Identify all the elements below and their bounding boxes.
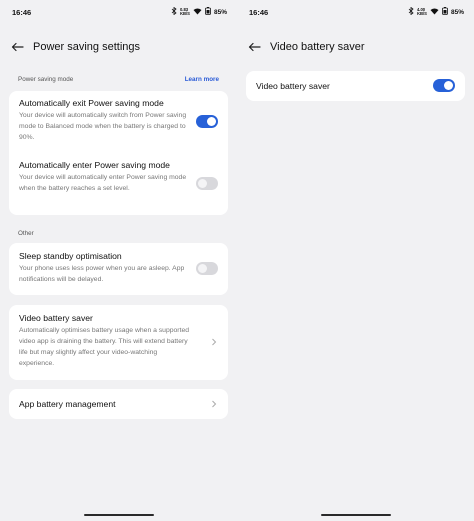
- gesture-bar[interactable]: [320, 513, 391, 516]
- page-title: Video battery saver: [270, 41, 365, 53]
- section-label: Power saving mode: [18, 76, 74, 83]
- status-icons: 4.00 KB/S 85%: [408, 6, 464, 17]
- bluetooth-icon: [171, 6, 177, 17]
- network-speed: 0.83 KB/S: [179, 6, 190, 16]
- learn-more-link[interactable]: Learn more: [185, 76, 219, 83]
- battery-percent: 85%: [450, 8, 464, 16]
- status-time: 16:46: [12, 7, 32, 17]
- video-battery-saver-row[interactable]: Video battery saver Automatically optimi…: [9, 313, 228, 369]
- sleep-standby-card: Sleep standby optimisation Your phone us…: [9, 243, 228, 295]
- battery-saver-icon: [205, 7, 211, 17]
- sleep-standby-description: Your phone uses less power when you are …: [19, 265, 185, 283]
- video-battery-saver-card: Video battery saver: [246, 71, 465, 101]
- app-battery-title: App battery management: [19, 399, 116, 409]
- power-saving-mode-card: Automatically exit Power saving mode You…: [9, 91, 228, 215]
- status-bar: 16:46 4.00 KB/S 85%: [237, 0, 474, 24]
- network-speed: 4.00 KB/S: [416, 6, 427, 16]
- status-bar: 16:46 0.83 KB/S 85%: [0, 0, 237, 24]
- power-saving-settings-screen: 16:46 0.83 KB/S 85% Power saving setting…: [0, 0, 237, 521]
- auto-exit-toggle[interactable]: [196, 115, 218, 128]
- section-label: Other: [18, 230, 34, 237]
- status-icons: 0.83 KB/S 85%: [171, 6, 227, 17]
- bluetooth-icon: [408, 6, 414, 17]
- toggle-knob: [444, 81, 453, 90]
- auto-enter-row[interactable]: Automatically enter Power saving mode Yo…: [9, 160, 228, 194]
- back-arrow-icon[interactable]: [246, 39, 262, 55]
- chevron-right-icon: [212, 338, 217, 346]
- auto-enter-description: Your device will automatically enter Pow…: [19, 174, 187, 192]
- section-header-power-saving-mode: Power saving mode Learn more: [18, 76, 219, 83]
- video-saver-description: Automatically optimises battery usage wh…: [19, 327, 190, 367]
- app-bar: Power saving settings: [0, 33, 237, 61]
- video-battery-saver-toggle[interactable]: [433, 79, 455, 92]
- toggle-knob: [207, 117, 216, 126]
- app-battery-management-card[interactable]: App battery management: [9, 389, 228, 419]
- auto-exit-title: Automatically exit Power saving mode: [19, 98, 164, 108]
- battery-saver-icon: [442, 7, 448, 17]
- toggle-knob: [198, 264, 207, 273]
- back-arrow-icon[interactable]: [9, 39, 25, 55]
- chevron-right-icon: [212, 400, 217, 408]
- wifi-icon: [193, 8, 202, 17]
- app-bar: Video battery saver: [237, 33, 474, 61]
- gesture-bar[interactable]: [83, 513, 154, 516]
- battery-percent: 85%: [213, 8, 227, 16]
- sleep-standby-toggle[interactable]: [196, 262, 218, 275]
- toggle-knob: [198, 179, 207, 188]
- page-title: Power saving settings: [33, 41, 140, 53]
- status-time: 16:46: [249, 7, 269, 17]
- auto-exit-description: Your device will automatically switch fr…: [19, 112, 187, 141]
- wifi-icon: [430, 8, 439, 17]
- video-battery-saver-card[interactable]: Video battery saver Automatically optimi…: [9, 305, 228, 380]
- section-header-other: Other: [18, 230, 219, 237]
- sleep-standby-title: Sleep standby optimisation: [19, 251, 122, 261]
- auto-enter-title: Automatically enter Power saving mode: [19, 160, 170, 170]
- video-saver-title: Video battery saver: [256, 81, 330, 91]
- video-battery-saver-screen: 16:46 4.00 KB/S 85% Video battery saver: [237, 0, 474, 521]
- video-saver-title: Video battery saver: [19, 313, 93, 323]
- app-battery-management-row[interactable]: App battery management: [9, 399, 228, 410]
- auto-enter-toggle[interactable]: [196, 177, 218, 190]
